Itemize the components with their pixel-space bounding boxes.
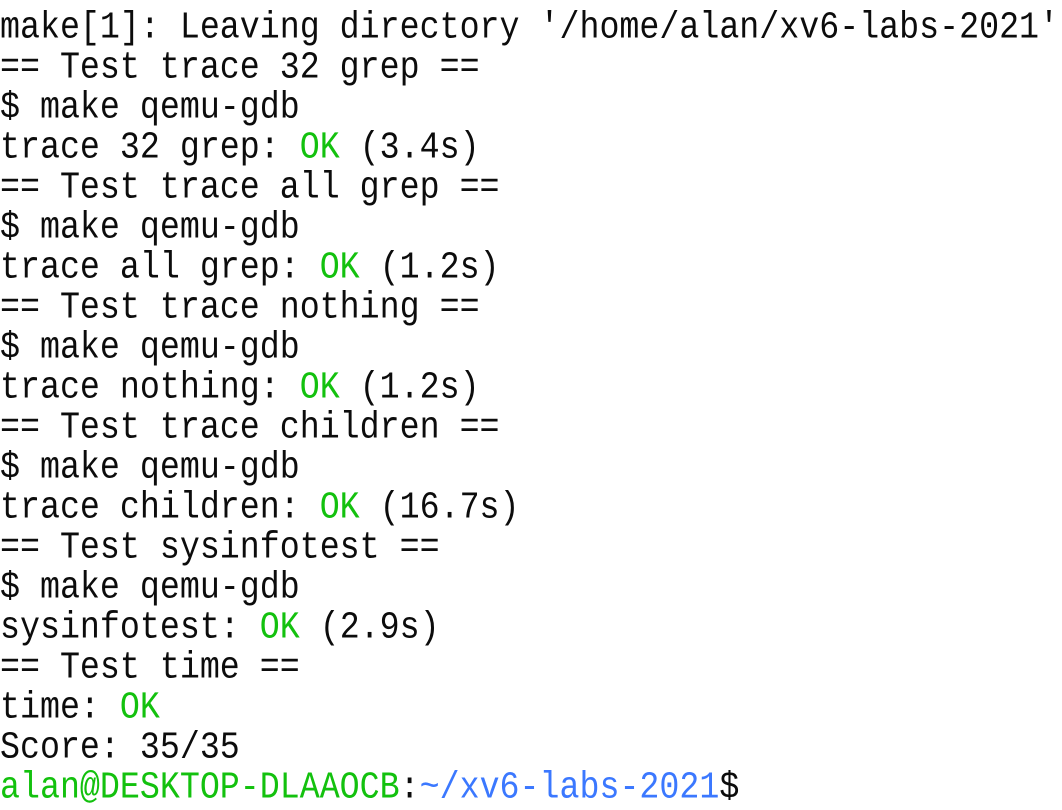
- prompt-sep: :: [399, 765, 420, 809]
- status-ok: OK: [119, 685, 160, 729]
- terminal-output: make[1]: Leaving directory '/home/alan/x…: [0, 5, 1059, 810]
- status-ok: OK: [319, 485, 360, 529]
- line-segment: (1.2s): [359, 245, 500, 289]
- line-segment: trace nothing:: [0, 365, 300, 409]
- line-segment: trace 32 grep:: [0, 125, 300, 169]
- prompt-path: ~/xv6-labs-2021: [419, 765, 720, 809]
- shell-prompt[interactable]: alan@DESKTOP-DLAAOCB:~/xv6-labs-2021$: [0, 764, 1059, 810]
- line-segment: trace children:: [0, 485, 320, 529]
- line-segment: (16.7s): [359, 485, 520, 529]
- prompt-symbol: $: [719, 765, 740, 809]
- status-ok: OK: [299, 125, 340, 169]
- line-segment: time:: [0, 685, 120, 729]
- line-segment: (3.4s): [339, 125, 480, 169]
- line-segment: (1.2s): [339, 365, 480, 409]
- status-ok: OK: [299, 365, 340, 409]
- status-ok: OK: [319, 245, 360, 289]
- line-segment: trace all grep:: [0, 245, 320, 289]
- prompt-user: alan@DESKTOP-DLAAOCB: [0, 765, 400, 809]
- status-ok: OK: [259, 605, 300, 649]
- line-segment: (2.9s): [299, 605, 440, 649]
- line-segment: sysinfotest:: [0, 605, 260, 649]
